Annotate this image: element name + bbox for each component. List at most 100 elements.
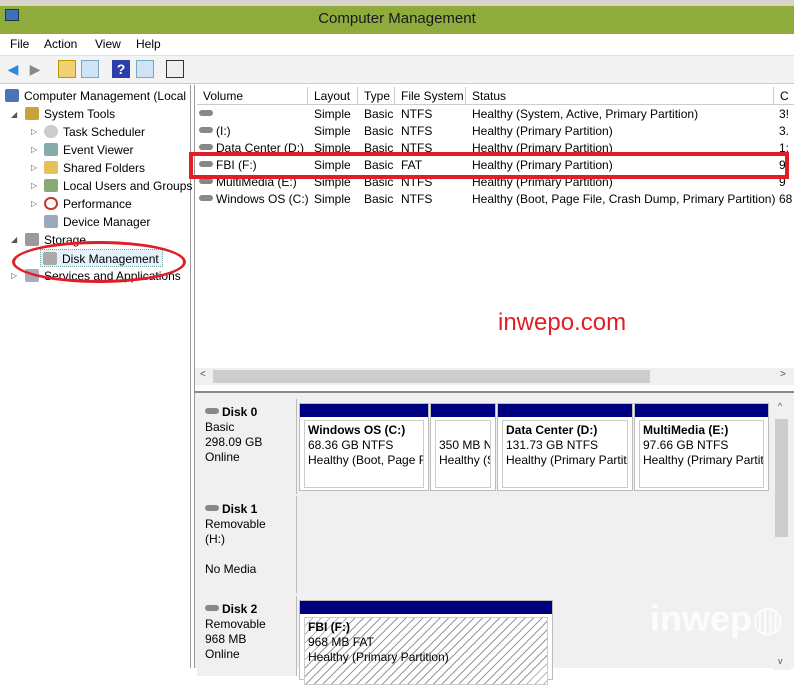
partition-bar: [431, 404, 495, 417]
watermark-text: inwepo.com: [498, 309, 627, 336]
tree-event-viewer[interactable]: Event Viewer: [44, 141, 133, 159]
column-header-file-system[interactable]: File System: [395, 87, 466, 105]
up-folder-icon[interactable]: [58, 60, 76, 78]
disk-type: Basic: [205, 420, 235, 434]
partition-block[interactable]: Windows OS (C:) 68.36 GB NTFS Healthy (Boo…: [299, 403, 429, 491]
column-header-layout[interactable]: Layout: [308, 87, 358, 105]
event-viewer-icon: [44, 143, 58, 156]
disk-size: 298.09 GB: [205, 435, 263, 449]
column-header-status[interactable]: Status: [466, 87, 774, 105]
partition-info: FBI (F:) 968 MB FAT Healthy (Primary Parti…: [304, 617, 548, 685]
menu-help[interactable]: Help: [136, 37, 161, 51]
expand-arrow-icon[interactable]: ▷: [11, 271, 17, 280]
forward-icon[interactable]: ▶: [26, 60, 44, 78]
disk-type: Removable: [205, 617, 266, 631]
performance-icon: [44, 197, 58, 210]
expand-arrow-icon[interactable]: ▷: [31, 145, 37, 154]
menu-view[interactable]: View: [95, 37, 121, 51]
partition-info: 350 MB N Healthy (S: [435, 420, 491, 488]
show-hide-tree-icon[interactable]: [81, 60, 99, 78]
disk-label[interactable]: Disk 1 Removable (H:) No Media: [197, 496, 297, 593]
tree-performance[interactable]: Performance: [44, 195, 132, 213]
partition-status: Healthy (Primary Partition): [308, 650, 449, 664]
disk-label[interactable]: Disk 0 Basic 298.09 GB Online: [197, 399, 297, 494]
volume-row[interactable]: Simple Basic NTFS Healthy (System, Active, …: [195, 106, 794, 123]
partition-block[interactable]: Data Center (D:) 131.73 GB NTFS Healthy (P…: [497, 403, 633, 491]
partition-size: 350 MB N: [439, 438, 491, 452]
expand-arrow-icon[interactable]: ▷: [31, 163, 37, 172]
volume-name: Windows OS (C:): [216, 192, 309, 206]
disk-status: Online: [205, 647, 240, 661]
cell-name: Windows OS (C:): [199, 191, 309, 208]
menu-file[interactable]: File: [10, 37, 29, 51]
tree-label: Local Users and Groups: [63, 179, 193, 193]
cell-type: Basic: [364, 124, 394, 138]
show-action-pane-icon[interactable]: [136, 60, 154, 78]
column-header-capacity[interactable]: C: [774, 87, 794, 105]
back-icon[interactable]: ◀: [4, 60, 22, 78]
cell-fs: NTFS: [401, 124, 433, 138]
scroll-left-icon[interactable]: <: [200, 369, 206, 380]
scroll-down-icon[interactable]: v: [778, 656, 783, 666]
cell-cap: 3.: [779, 124, 790, 138]
tree-local-users[interactable]: Local Users and Groups: [44, 177, 192, 195]
volume-name: (I:): [216, 124, 231, 138]
cell-status: Healthy (System, Active, Primary Partiti…: [472, 107, 699, 121]
partition-title: MultiMedia (E:): [643, 423, 729, 437]
highlight-box: [189, 152, 789, 179]
cell-name: (I:): [199, 123, 231, 140]
partition-size: 97.66 GB NTFS: [643, 438, 729, 452]
toolbar: ◀ ▶ ?: [0, 56, 794, 84]
scroll-up-icon[interactable]: ^: [778, 401, 782, 411]
tree-root[interactable]: Computer Management (Local: [5, 87, 186, 105]
tree-label: Device Manager: [63, 215, 151, 229]
partition-block[interactable]: 350 MB N Healthy (S: [430, 403, 496, 491]
help-icon[interactable]: ?: [112, 60, 130, 78]
computer-icon: [5, 89, 19, 102]
window-title: Computer Management: [318, 10, 476, 27]
cell-status: Healthy (Boot, Page File, Crash Dump, Pr…: [472, 192, 776, 206]
cell-layout: Simple: [314, 124, 351, 138]
tree-system-tools[interactable]: System Tools: [25, 105, 115, 123]
column-header-type[interactable]: Type: [358, 87, 395, 105]
scroll-right-icon[interactable]: >: [780, 369, 786, 380]
watermark-logo: inwep◍: [650, 598, 784, 639]
disk-name: Disk 2: [222, 602, 258, 616]
partition-bar: [498, 404, 632, 417]
drive-icon: [199, 110, 213, 116]
collapse-arrow-icon[interactable]: ◢: [11, 235, 17, 244]
disk-graphical-view: Disk 0 Basic 298.09 GB Online Windows OS (C:…: [195, 391, 794, 685]
scrollbar-thumb[interactable]: [213, 370, 650, 383]
cell-layout: Simple: [314, 107, 351, 121]
partition-block[interactable]: FBI (F:) 968 MB FAT Healthy (Primary Parti…: [299, 600, 553, 685]
disk-partitions: Windows OS (C:) 68.36 GB NTFS Healthy (Boo…: [299, 399, 774, 494]
tree-shared-folders[interactable]: Shared Folders: [44, 159, 145, 177]
volume-row[interactable]: (I:) Simple Basic NTFS Healthy (Primary Part…: [195, 123, 794, 140]
cell-name: [199, 106, 216, 123]
menu-action[interactable]: Action: [44, 37, 77, 51]
partition-info: Windows OS (C:) 68.36 GB NTFS Healthy (Boo…: [304, 420, 424, 488]
expand-arrow-icon[interactable]: ▷: [31, 199, 37, 208]
volume-row[interactable]: Windows OS (C:) Simple Basic NTFS Healthy (B…: [195, 191, 794, 208]
disk-icon: [205, 408, 219, 414]
partition-info: Data Center (D:) 131.73 GB NTFS Healthy (P…: [502, 420, 628, 488]
expand-arrow-icon[interactable]: ▷: [31, 181, 37, 190]
cell-fs: NTFS: [401, 192, 433, 206]
tree-task-scheduler[interactable]: Task Scheduler: [44, 123, 145, 141]
partition-block[interactable]: MultiMedia (E:) 97.66 GB NTFS Healthy (Pri…: [634, 403, 769, 491]
properties-icon[interactable]: [166, 60, 184, 78]
disk-status: No Media: [205, 562, 257, 576]
horizontal-scrollbar[interactable]: < >: [195, 368, 794, 385]
shared-folder-icon: [44, 161, 58, 174]
scrollbar-thumb[interactable]: [775, 419, 788, 537]
partition-status: Healthy (Primary Partit: [643, 453, 764, 467]
menu-bar: File Action View Help: [0, 34, 794, 56]
column-header-volume[interactable]: Volume: [197, 87, 308, 105]
cell-status: Healthy (Primary Partition): [472, 124, 613, 138]
tree-device-manager[interactable]: Device Manager: [44, 213, 150, 231]
right-pane: Volume Layout Type File System Status C …: [189, 85, 794, 685]
disk-status: Online: [205, 450, 240, 464]
expand-arrow-icon[interactable]: ▷: [31, 127, 37, 136]
collapse-arrow-icon[interactable]: ◢: [11, 110, 17, 119]
disk-label[interactable]: Disk 2 Removable 968 MB Online: [197, 596, 297, 676]
